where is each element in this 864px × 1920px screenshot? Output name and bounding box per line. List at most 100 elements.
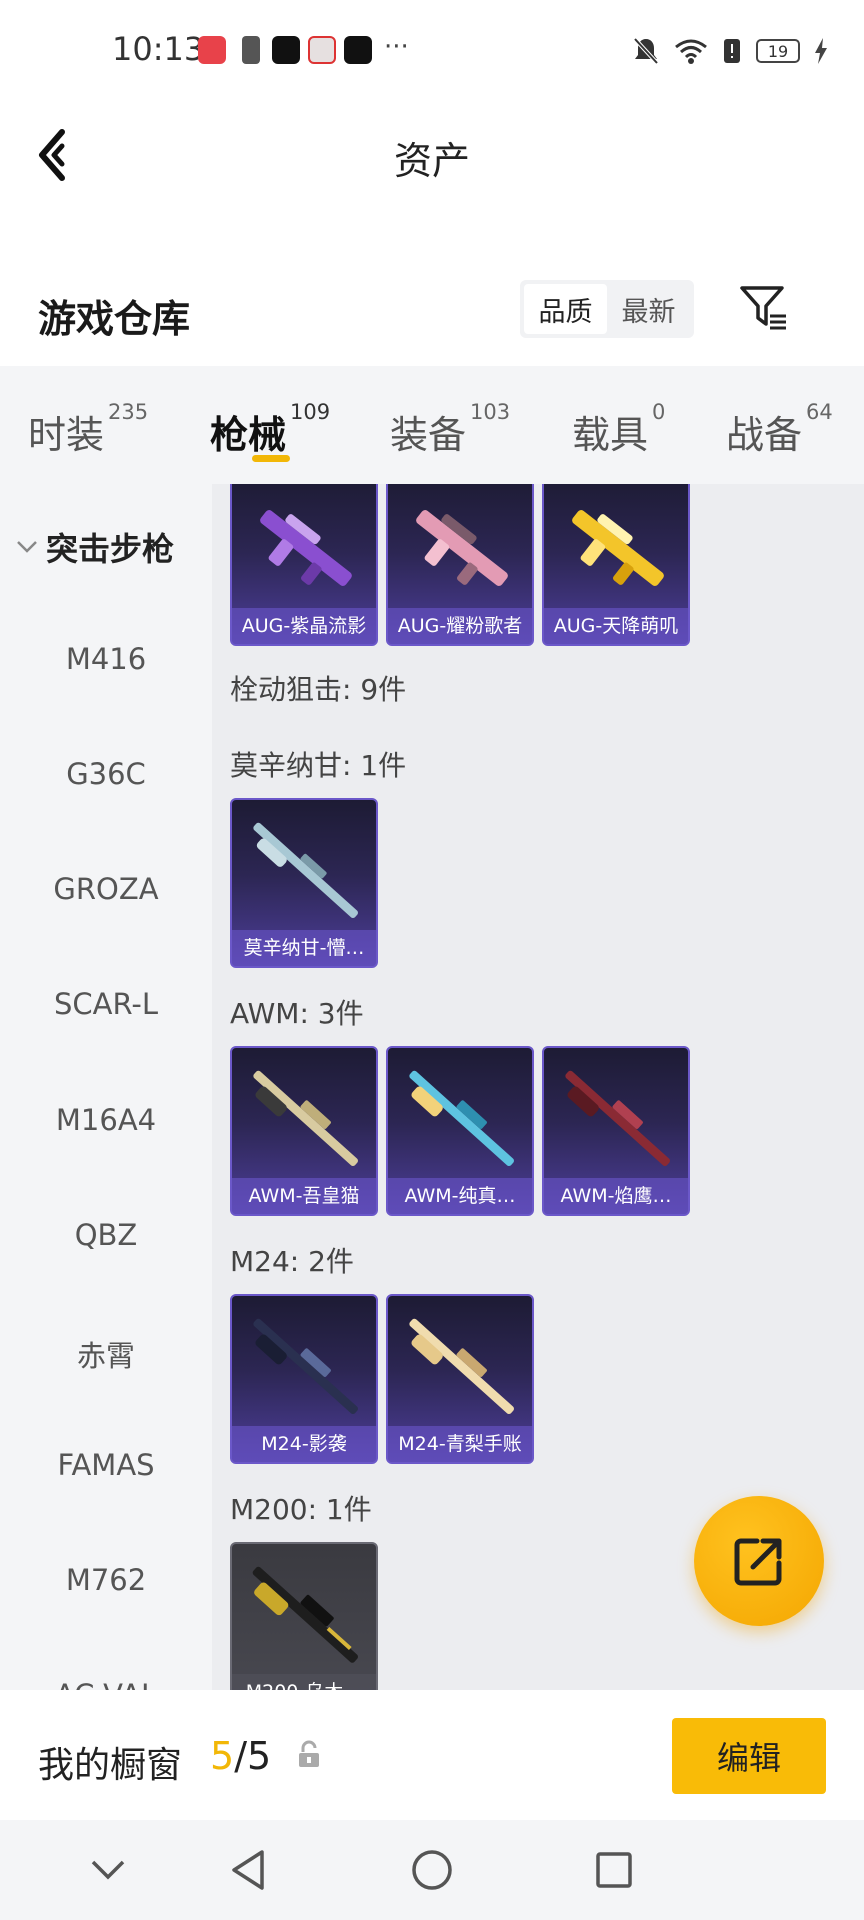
showcase-separator: / [234, 1734, 247, 1778]
sidebar-item-groza[interactable]: GROZA [0, 872, 212, 906]
tab-label: 装备 [390, 413, 467, 457]
tiktok-app-icon-2 [344, 36, 372, 64]
sidebar-item-m762[interactable]: M762 [0, 1563, 212, 1597]
weapon-skin-card[interactable]: AUG-耀粉歌者 [386, 484, 534, 646]
sort-option-newest[interactable]: 最新 [607, 284, 690, 334]
tab-label: 时装 [28, 413, 105, 457]
circle-home-icon [412, 1850, 452, 1890]
showcase-label: 我的橱窗 [38, 1745, 183, 1786]
sidebar-item-scar-l[interactable]: SCAR-L [0, 987, 212, 1021]
battery-level: 19 [767, 41, 789, 61]
weapon-skin-card[interactable]: AWM-纯真… [386, 1046, 534, 1216]
tab-count: 109 [290, 400, 331, 424]
tiktok-app-icon [272, 36, 300, 64]
active-tab-indicator [252, 455, 290, 462]
triangle-back-icon [232, 1850, 264, 1890]
group-title-m200: M200: 1件 [230, 1493, 372, 1526]
sniper-skin-icon [253, 1070, 358, 1166]
weapon-skin-card[interactable]: AUG-紫晶流影 [230, 484, 378, 646]
more-notifications: ··· [384, 32, 409, 62]
weapon-skin-card[interactable]: AWM-焰鹰… [542, 1046, 690, 1216]
tab-count: 0 [652, 400, 666, 424]
weapon-skin-name: 莫辛纳甘-懵… [232, 930, 376, 966]
weapon-skin-name: AWM-焰鹰… [544, 1178, 688, 1214]
status-time: 10:13 [112, 30, 205, 68]
weapon-skin-card[interactable]: AUG-天降萌叽 [542, 484, 690, 646]
battery-alert-icon [724, 39, 740, 63]
battery-icon: 19 [756, 39, 800, 63]
bolt-action-summary: 栓动狙击: 9件 [230, 673, 407, 706]
tab-count: 235 [108, 400, 149, 424]
category-label: 突击步枪 [46, 530, 175, 568]
weapon-skin-name: AUG-紫晶流影 [232, 608, 376, 644]
mute-bell-icon [633, 37, 659, 65]
chevron-down-icon [17, 541, 37, 553]
category-tabs: 时装235 枪械109 装备103 载具0 战备64 [0, 366, 864, 484]
tab-count: 64 [806, 400, 833, 424]
share-button[interactable] [694, 1496, 824, 1626]
tab-supplies[interactable]: 战备64 [726, 400, 833, 459]
page-title: 资产 [393, 139, 470, 183]
showcase-current: 5 [210, 1734, 235, 1778]
tab-outfits[interactable]: 时装235 [28, 400, 148, 459]
filter-icon [740, 286, 786, 330]
tab-vehicles[interactable]: 载具0 [572, 400, 665, 459]
nav-hide-button[interactable] [80, 1842, 136, 1898]
nav-home-button[interactable] [404, 1842, 460, 1898]
tab-label: 载具 [572, 413, 649, 457]
warehouse-title: 游戏仓库 [38, 297, 191, 341]
weapon-skin-name: AWM-纯真… [388, 1178, 532, 1214]
sniper-skin-icon [409, 1318, 514, 1414]
weapon-skin-card[interactable]: AWM-吾皇猫 [230, 1046, 378, 1216]
category-header-assault-rifles[interactable]: 突击步枪 [16, 524, 174, 570]
sniper-skin-icon [252, 1566, 358, 1663]
sniper-skin-icon [253, 1318, 358, 1414]
showcase-count: 5/5 [210, 1734, 271, 1778]
tab-firearms[interactable]: 枪械109 [210, 400, 330, 459]
sidebar-item-m16a4[interactable]: M16A4 [0, 1103, 212, 1137]
huawei-app-icon [198, 36, 226, 64]
wifi-icon [675, 39, 707, 64]
lock-icon [299, 1740, 319, 1767]
nav-back-button[interactable] [220, 1842, 276, 1898]
sidebar-item-m416[interactable]: M416 [0, 642, 212, 676]
nav-recents-button[interactable] [586, 1842, 642, 1898]
sidebar-item-g36c[interactable]: G36C [0, 757, 212, 791]
weapon-skin-name: M24-青梨手账 [388, 1426, 532, 1462]
weapon-skin-name: AWM-吾皇猫 [232, 1178, 376, 1214]
tab-label: 战备 [726, 413, 803, 457]
weapon-skin-name: AUG-天降萌叽 [544, 608, 688, 644]
filter-button[interactable] [738, 282, 790, 334]
group-title-awm: AWM: 3件 [230, 997, 364, 1030]
sort-toggle: 品质 最新 [520, 280, 694, 338]
weapon-skin-card[interactable]: M24-青梨手账 [386, 1294, 534, 1464]
rifle-skin-icon [572, 510, 664, 586]
sniper-skin-icon [409, 1070, 514, 1166]
system-nav-bar [0, 1820, 864, 1920]
sidebar-item-famas[interactable]: FAMAS [0, 1448, 212, 1482]
weapon-type-sidebar: 突击步枪 M416 G36C GROZA SCAR-L M16A4 QBZ 赤霄… [0, 484, 212, 1690]
group-title-m24: M24: 2件 [230, 1245, 354, 1278]
weapon-skin-card[interactable]: M24-影袭 [230, 1294, 378, 1464]
weapon-skin-card[interactable]: M200-乌木… [230, 1542, 378, 1690]
weapon-skin-card[interactable]: 莫辛纳甘-懵… [230, 798, 378, 968]
tab-label: 枪械 [210, 413, 287, 457]
sniper-skin-icon [565, 1070, 670, 1166]
tab-count: 103 [470, 400, 511, 424]
sidebar-item-qbz[interactable]: QBZ [0, 1218, 212, 1252]
group-title-mosin: 莫辛纳甘: 1件 [230, 749, 407, 782]
rifle-skin-icon [416, 510, 508, 586]
sort-option-quality[interactable]: 品质 [524, 284, 607, 334]
square-recents-icon [596, 1852, 632, 1888]
sidebar-item-ac-val[interactable]: AC-VAL [0, 1678, 212, 1690]
edit-button[interactable]: 编辑 [672, 1718, 826, 1794]
weapon-skin-name: AUG-耀粉歌者 [388, 608, 532, 644]
sniper-skin-icon [253, 822, 358, 918]
alert-app-icon [242, 36, 260, 64]
weapon-skin-name: M24-影袭 [232, 1426, 376, 1462]
weapon-skin-name: M200-乌木… [232, 1674, 376, 1690]
sidebar-item-chixiao[interactable]: 赤霄 [0, 1333, 212, 1375]
status-bar: 10:13 ··· 19 [0, 0, 864, 104]
chevron-down-icon [91, 1860, 125, 1880]
tab-equipment[interactable]: 装备103 [390, 400, 510, 459]
